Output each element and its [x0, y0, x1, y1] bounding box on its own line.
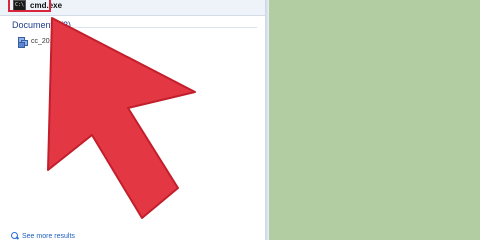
screenshot-stage: C:\ cmd.exe Documents (2) cc_20...6.reg …: [0, 0, 480, 240]
document-result-label: cc_20...6.reg: [31, 38, 72, 45]
see-more-results-link[interactable]: See more results: [11, 232, 75, 240]
documents-section-heading: Documents (2): [12, 20, 72, 30]
see-more-results-label: See more results: [22, 232, 75, 240]
section-divider: [62, 27, 257, 28]
registry-file-icon: [18, 37, 28, 48]
start-menu-border: [265, 0, 269, 240]
document-result-item[interactable]: cc_20...6.reg: [18, 37, 72, 48]
search-icon: [11, 232, 20, 240]
program-result-cmd[interactable]: C:\ cmd.exe: [13, 0, 62, 13]
cmd-icon: C:\: [13, 0, 26, 11]
start-menu-search-results: C:\ cmd.exe Documents (2) cc_20...6.reg …: [0, 0, 266, 240]
program-result-label: cmd.exe: [30, 0, 63, 10]
